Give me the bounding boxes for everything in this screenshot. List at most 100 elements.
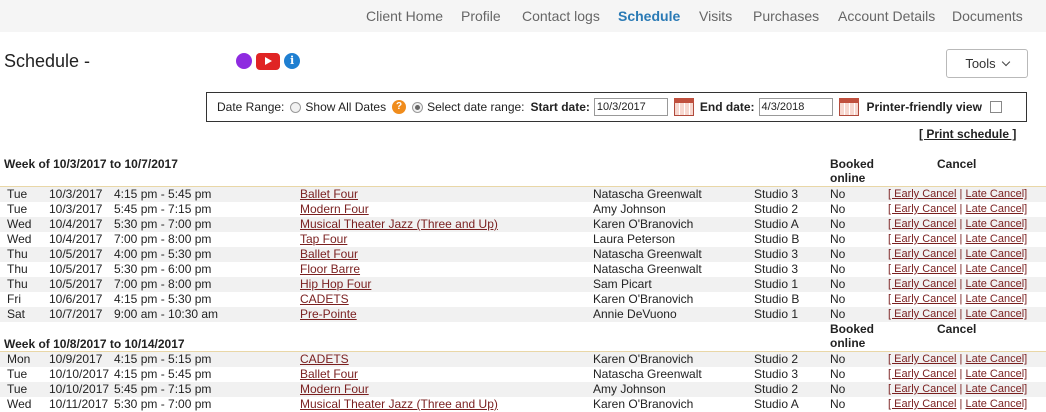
late-cancel-link[interactable]: Late Cancel] (965, 383, 1027, 395)
late-cancel-link[interactable]: Late Cancel] (965, 188, 1027, 200)
cancel-cell: [ Early Cancel | Late Cancel] (888, 202, 1027, 217)
time-cell: 5:30 pm - 7:00 pm (114, 217, 212, 231)
date-cell: 10/4/2017 (49, 217, 103, 231)
class-link[interactable]: Ballet Four (300, 187, 358, 202)
room-cell: Studio 1 (754, 307, 799, 321)
booked-online-cell: No (830, 247, 846, 261)
time-cell: 7:00 pm - 8:00 pm (114, 277, 212, 291)
class-link[interactable]: Ballet Four (300, 247, 358, 262)
cancel-separator: | (959, 218, 963, 230)
booked-online-cell: No (830, 232, 846, 246)
cancel-separator: | (959, 188, 963, 200)
teacher-cell: Natascha Greenwalt (593, 247, 702, 261)
late-cancel-link[interactable]: Late Cancel] (965, 203, 1027, 215)
class-link[interactable]: Hip Hop Four (300, 277, 371, 292)
table-row: Tue 10/10/2017 4:15 pm - 5:45 pm Ballet Fou… (0, 367, 1046, 382)
select-date-range-label[interactable]: Select date range: (427, 100, 524, 114)
early-cancel-link[interactable]: [ Early Cancel (888, 308, 956, 320)
tools-button[interactable]: Tools (946, 49, 1028, 78)
calendar-icon[interactable] (673, 98, 694, 116)
class-link[interactable]: Modern Four (300, 202, 369, 217)
table-row: Sat 10/7/2017 9:00 am - 10:30 am Pre-Pointe… (0, 307, 1046, 322)
date-cell: 10/10/2017 (49, 382, 110, 396)
late-cancel-link[interactable]: Late Cancel] (965, 233, 1027, 245)
class-link[interactable]: Floor Barre (300, 262, 360, 277)
tab-visits[interactable]: Visits (699, 8, 732, 24)
room-cell: Studio 3 (754, 247, 799, 261)
end-date-label: End date: (699, 100, 755, 114)
day-cell: Tue (7, 202, 28, 216)
early-cancel-link[interactable]: [ Early Cancel (888, 188, 956, 200)
late-cancel-link[interactable]: Late Cancel] (965, 278, 1027, 290)
late-cancel-link[interactable]: Late Cancel] (965, 248, 1027, 260)
early-cancel-link[interactable]: [ Early Cancel (888, 293, 956, 305)
late-cancel-link[interactable]: Late Cancel] (965, 368, 1027, 380)
late-cancel-link[interactable]: Late Cancel] (965, 263, 1027, 275)
start-date-input[interactable]: 10/3/2017 (593, 98, 668, 116)
tab-purchases[interactable]: Purchases (753, 8, 819, 24)
early-cancel-link[interactable]: [ Early Cancel (888, 398, 956, 410)
print-schedule-link[interactable]: [ Print schedule ] (919, 127, 1016, 141)
purple-circle-icon[interactable] (236, 53, 253, 69)
booked-online-cell: No (830, 187, 846, 201)
info-icon[interactable]: i (284, 53, 301, 69)
cancel-cell: [ Early Cancel | Late Cancel] (888, 217, 1027, 232)
class-link[interactable]: Musical Theater Jazz (Three and Up) (300, 217, 498, 232)
select-date-range-radio[interactable] (412, 101, 424, 113)
early-cancel-link[interactable]: [ Early Cancel (888, 203, 956, 215)
tab-documents[interactable]: Documents (952, 8, 1023, 24)
early-cancel-link[interactable]: [ Early Cancel (888, 233, 956, 245)
class-link[interactable]: Modern Four (300, 382, 369, 397)
cancel-separator: | (959, 353, 963, 365)
class-link[interactable]: CADETS (300, 352, 349, 367)
early-cancel-link[interactable]: [ Early Cancel (888, 248, 956, 260)
tab-profile[interactable]: Profile (461, 8, 501, 24)
tab-client-home[interactable]: Client Home (366, 8, 443, 24)
printer-friendly-checkbox[interactable] (989, 101, 1002, 113)
early-cancel-link[interactable]: [ Early Cancel (888, 368, 956, 380)
calendar-icon[interactable] (838, 98, 859, 116)
late-cancel-link[interactable]: Late Cancel] (965, 218, 1027, 230)
cancel-separator: | (959, 293, 963, 305)
cancel-separator: | (959, 398, 963, 410)
date-cell: 10/5/2017 (49, 247, 103, 261)
date-cell: 10/5/2017 (49, 277, 103, 291)
youtube-icon[interactable] (256, 52, 281, 70)
late-cancel-link[interactable]: Late Cancel] (965, 398, 1027, 410)
late-cancel-link[interactable]: Late Cancel] (965, 293, 1027, 305)
day-cell: Mon (7, 352, 31, 366)
tab-contact-logs[interactable]: Contact logs (522, 8, 600, 24)
day-cell: Thu (7, 277, 28, 291)
cancel-separator: | (959, 308, 963, 320)
page-title: Schedule - (4, 50, 91, 71)
table-row: Mon 10/9/2017 4:15 pm - 5:15 pm CADETS Karen… (0, 352, 1046, 367)
late-cancel-link[interactable]: Late Cancel] (965, 308, 1027, 320)
time-cell: 4:15 pm - 5:30 pm (114, 292, 212, 306)
show-all-dates-radio[interactable] (290, 101, 302, 113)
show-all-dates-label[interactable]: Show All Dates (305, 100, 386, 114)
early-cancel-link[interactable]: [ Early Cancel (888, 263, 956, 275)
booked-online-cell: No (830, 217, 846, 231)
class-link[interactable]: CADETS (300, 292, 349, 307)
booked-online-header: Booked online (830, 157, 886, 185)
end-date-input[interactable]: 4/3/2018 (758, 98, 833, 116)
date-cell: 10/3/2017 (49, 202, 103, 216)
tab-schedule[interactable]: Schedule (618, 8, 680, 24)
class-link[interactable]: Tap Four (300, 232, 347, 247)
late-cancel-link[interactable]: Late Cancel] (965, 353, 1027, 365)
client-name-redacted (96, 52, 237, 70)
early-cancel-link[interactable]: [ Early Cancel (888, 353, 956, 365)
booked-online-text: Booked online (830, 322, 875, 350)
class-link[interactable]: Ballet Four (300, 367, 358, 382)
time-cell: 4:15 pm - 5:45 pm (114, 367, 212, 381)
tab-account-details[interactable]: Account Details (838, 8, 935, 24)
early-cancel-link[interactable]: [ Early Cancel (888, 278, 956, 290)
class-link[interactable]: Pre-Pointe (300, 307, 357, 322)
day-cell: Fri (7, 292, 21, 306)
help-icon[interactable]: ? (392, 100, 407, 114)
cancel-separator: | (959, 368, 963, 380)
early-cancel-link[interactable]: [ Early Cancel (888, 383, 956, 395)
teacher-cell: Karen O'Branovich (593, 217, 694, 231)
room-cell: Studio 3 (754, 367, 799, 381)
early-cancel-link[interactable]: [ Early Cancel (888, 218, 956, 230)
